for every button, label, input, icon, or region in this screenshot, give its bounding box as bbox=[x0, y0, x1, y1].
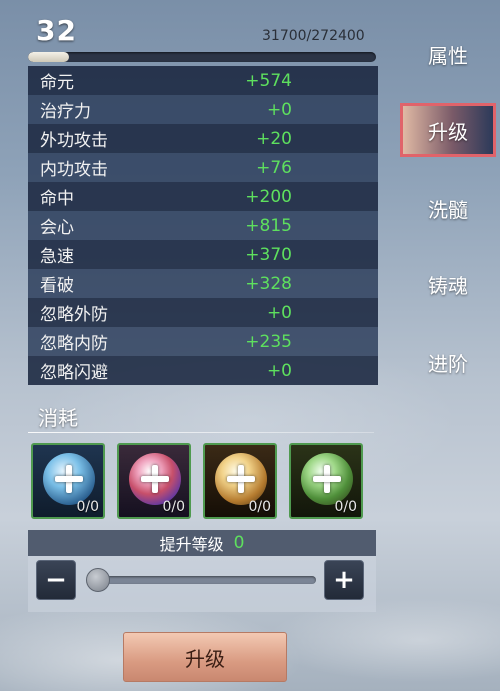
level-slider[interactable] bbox=[88, 576, 316, 584]
stat-value: +370 bbox=[245, 244, 292, 265]
consume-item-slot[interactable]: 0/0 bbox=[289, 443, 363, 519]
stat-name: 外功攻击 bbox=[40, 131, 108, 151]
stat-name: 内功攻击 bbox=[40, 160, 108, 180]
consume-divider bbox=[28, 432, 374, 433]
plus-icon bbox=[141, 465, 169, 493]
stat-value: +0 bbox=[266, 99, 292, 120]
stat-value: +815 bbox=[245, 215, 292, 236]
level-up-panel: 提升等级 0 − + bbox=[28, 530, 376, 612]
consume-items: 0/0 0/0 0/0 0/0 bbox=[31, 443, 363, 519]
stat-name: 忽略外防 bbox=[40, 305, 108, 325]
item-count: 0/0 bbox=[162, 499, 185, 515]
stat-row: 会心 +815 bbox=[28, 211, 378, 240]
stat-value: +574 bbox=[245, 70, 292, 91]
stat-name: 治疗力 bbox=[40, 102, 91, 122]
stat-row: 治疗力 +0 bbox=[28, 95, 378, 124]
stat-value: +76 bbox=[256, 157, 292, 178]
level-up-label: 提升等级 bbox=[159, 535, 224, 554]
stat-value: +328 bbox=[245, 273, 292, 294]
level-up-value: 0 bbox=[233, 533, 245, 553]
stat-row: 急速 +370 bbox=[28, 240, 378, 269]
experience-text: 31700/272400 bbox=[262, 28, 365, 44]
stat-value: +0 bbox=[266, 360, 292, 381]
tab-upgrade[interactable]: 升级 bbox=[400, 103, 496, 157]
stat-name: 急速 bbox=[40, 247, 74, 267]
plus-icon bbox=[313, 465, 341, 493]
tab-forge-soul[interactable]: 铸魂 bbox=[400, 257, 496, 311]
stats-list: 命元 +574 治疗力 +0 外功攻击 +20 内功攻击 +76 命中 +200 会心 +8… bbox=[28, 66, 378, 385]
stat-name: 忽略内防 bbox=[40, 334, 108, 354]
tab-refine[interactable]: 洗髓 bbox=[400, 181, 496, 235]
stat-name: 命元 bbox=[40, 73, 74, 93]
item-count: 0/0 bbox=[76, 499, 99, 515]
stat-row: 命元 +574 bbox=[28, 66, 378, 95]
level-slider-knob[interactable] bbox=[86, 568, 110, 592]
stat-value: +0 bbox=[266, 302, 292, 323]
stat-value: +20 bbox=[256, 128, 292, 149]
stat-row: 忽略闪避 +0 bbox=[28, 356, 378, 385]
consume-title: 消耗 bbox=[38, 406, 78, 430]
tab-attributes[interactable]: 属性 bbox=[400, 27, 496, 81]
stat-name: 命中 bbox=[40, 189, 74, 209]
stat-row: 看破 +328 bbox=[28, 269, 378, 298]
level-up-header: 提升等级 0 bbox=[28, 530, 376, 556]
experience-bar bbox=[28, 52, 376, 62]
upgrade-button[interactable]: 升级 bbox=[123, 632, 287, 682]
stat-name: 忽略闪避 bbox=[40, 363, 108, 383]
stat-name: 看破 bbox=[40, 276, 74, 296]
plus-icon bbox=[55, 465, 83, 493]
plus-icon bbox=[227, 465, 255, 493]
consume-item-slot[interactable]: 0/0 bbox=[203, 443, 277, 519]
experience-bar-fill bbox=[28, 52, 69, 62]
item-count: 0/0 bbox=[334, 499, 357, 515]
stat-value: +235 bbox=[245, 331, 292, 352]
stat-row: 外功攻击 +20 bbox=[28, 124, 378, 153]
stat-row: 忽略外防 +0 bbox=[28, 298, 378, 327]
stat-name: 会心 bbox=[40, 218, 74, 238]
stat-value: +200 bbox=[245, 186, 292, 207]
stat-row: 命中 +200 bbox=[28, 182, 378, 211]
consume-item-slot[interactable]: 0/0 bbox=[31, 443, 105, 519]
consume-item-slot[interactable]: 0/0 bbox=[117, 443, 191, 519]
character-level: 32 bbox=[36, 14, 77, 47]
stat-row: 内功攻击 +76 bbox=[28, 153, 378, 182]
item-count: 0/0 bbox=[248, 499, 271, 515]
increase-button[interactable]: + bbox=[324, 560, 364, 600]
side-tabs: 属性 升级 洗髓 铸魂 进阶 bbox=[392, 0, 500, 691]
tab-advance[interactable]: 进阶 bbox=[400, 335, 496, 389]
stat-row: 忽略内防 +235 bbox=[28, 327, 378, 356]
decrease-button[interactable]: − bbox=[36, 560, 76, 600]
